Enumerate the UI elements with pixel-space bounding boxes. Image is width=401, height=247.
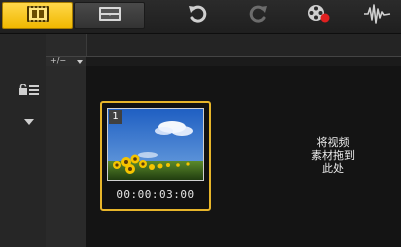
lock-tracks-icon[interactable] <box>18 81 40 100</box>
filmstrip-icon <box>26 5 50 27</box>
track-header-bar <box>46 34 401 56</box>
clip-thumbnail: 1 <box>107 108 204 181</box>
clip-index-badge: 1 <box>109 110 122 124</box>
zoom-control[interactable]: +/− <box>46 56 86 66</box>
drop-hint-line: 此处 <box>322 162 344 175</box>
zoom-label: +/− <box>50 56 67 65</box>
record-capture-button[interactable] <box>303 3 333 29</box>
clip-duration: 00:00:03:00 <box>116 188 195 201</box>
redo-button[interactable] <box>243 3 273 29</box>
record-capture-icon <box>305 3 331 29</box>
timeline-view-tab[interactable] <box>74 2 145 29</box>
sound-mixer-button[interactable] <box>362 3 392 29</box>
sunflower-field-image <box>108 109 203 180</box>
drop-hint-line: 将视频 <box>316 136 350 149</box>
drop-hint-line: 素材拖到 <box>311 149 355 162</box>
drop-hint: 将视频 素材拖到 此处 <box>296 136 370 175</box>
timeline-icon <box>98 6 122 26</box>
dropdown-arrow-icon[interactable] <box>24 110 34 129</box>
top-toolbar <box>0 0 401 34</box>
sound-mixer-icon <box>363 3 391 29</box>
zoom-dropdown-arrow-icon[interactable] <box>77 60 83 64</box>
redo-icon <box>247 3 269 29</box>
storyboard-view-tab[interactable] <box>2 2 73 29</box>
undo-icon <box>187 3 209 29</box>
left-panel <box>0 34 47 247</box>
undo-button[interactable] <box>183 3 213 29</box>
storyboard-clip[interactable]: 1 00:00:03:00 <box>100 101 211 211</box>
